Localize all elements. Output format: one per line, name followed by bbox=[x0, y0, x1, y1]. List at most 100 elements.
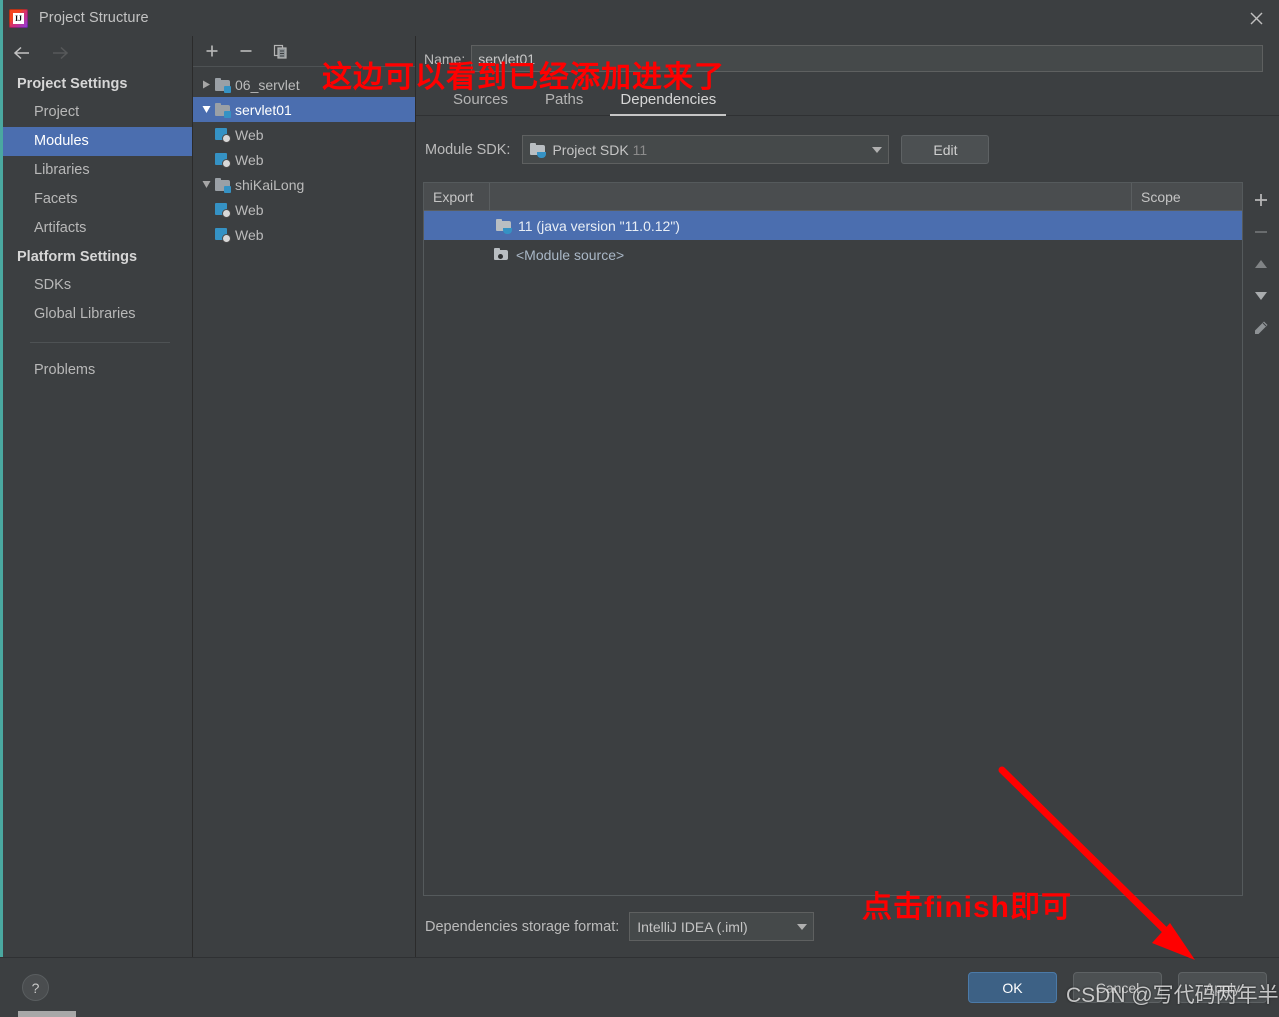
minus-icon[interactable] bbox=[233, 39, 259, 63]
ok-button[interactable]: OK bbox=[968, 972, 1057, 1003]
tree-item-label: Web bbox=[235, 226, 264, 243]
column-header-scope[interactable]: Scope bbox=[1132, 183, 1242, 210]
apply-button[interactable]: Apply bbox=[1178, 972, 1267, 1003]
module-name-input[interactable] bbox=[471, 45, 1263, 72]
close-icon[interactable] bbox=[1233, 0, 1279, 36]
web-facet-icon bbox=[215, 227, 231, 243]
settings-sidebar: Project Settings Project Modules Librari… bbox=[0, 0, 193, 957]
sdk-folder-icon bbox=[496, 218, 512, 234]
sidebar-item-global-libraries[interactable]: Global Libraries bbox=[0, 300, 192, 329]
module-icon bbox=[215, 102, 231, 118]
taskbar-sliver bbox=[18, 1011, 76, 1017]
triangle-up-icon[interactable] bbox=[1246, 249, 1276, 278]
column-header-export[interactable]: Export bbox=[424, 183, 490, 210]
module-icon bbox=[215, 77, 231, 93]
tree-item-label: Web bbox=[235, 201, 264, 218]
module-detail-panel: Name: Sources Paths Dependencies Module … bbox=[416, 36, 1279, 957]
module-sdk-value-main: Project SDK bbox=[552, 141, 629, 158]
title-bar: IJ Project Structure bbox=[0, 0, 1279, 36]
pencil-icon[interactable] bbox=[1246, 313, 1276, 342]
tab-paths[interactable]: Paths bbox=[535, 91, 593, 115]
tree-item-label: Web bbox=[235, 126, 264, 143]
dependencies-storage-row: Dependencies storage format: IntelliJ ID… bbox=[416, 896, 1279, 957]
arrow-left-icon[interactable] bbox=[12, 43, 32, 63]
sidebar-item-libraries[interactable]: Libraries bbox=[0, 156, 192, 185]
web-facet-icon bbox=[215, 152, 231, 168]
chevron-down-icon[interactable] bbox=[872, 146, 883, 153]
module-tree-toolbar bbox=[193, 36, 415, 67]
chevron-right-icon[interactable] bbox=[197, 80, 215, 89]
dependency-label: 11 (java version "11.0.12") bbox=[518, 217, 680, 234]
column-header-name bbox=[490, 183, 1132, 210]
arrow-right-icon[interactable] bbox=[50, 43, 70, 63]
tree-item-servlet01[interactable]: servlet01 bbox=[193, 97, 415, 122]
web-facet-icon bbox=[215, 202, 231, 218]
module-sdk-value: Project SDK 11 bbox=[552, 142, 866, 158]
dialog-body: Project Settings Project Modules Librari… bbox=[0, 0, 1279, 957]
storage-format-select[interactable]: IntelliJ IDEA (.iml) bbox=[629, 912, 815, 941]
module-name-row: Name: bbox=[416, 36, 1279, 72]
tree-item-06-servlet[interactable]: 06_servlet bbox=[193, 72, 415, 97]
storage-format-value: IntelliJ IDEA (.iml) bbox=[637, 918, 748, 935]
module-tabs: Sources Paths Dependencies bbox=[416, 80, 1279, 116]
module-tree: 06_servlet servlet01 Web Web shiKaiLong … bbox=[193, 67, 415, 957]
chevron-down-icon[interactable] bbox=[797, 923, 808, 930]
tree-item-label: servlet01 bbox=[235, 101, 292, 118]
sdk-folder-icon bbox=[530, 142, 547, 158]
footer-buttons: OK Cancel Apply bbox=[968, 972, 1267, 1003]
tree-item-web-facet-4[interactable]: Web bbox=[193, 222, 415, 247]
nav-history-controls bbox=[0, 36, 192, 70]
help-icon[interactable]: ? bbox=[22, 974, 49, 1001]
project-structure-dialog: IJ Project Structure Project Settings Pr… bbox=[0, 0, 1279, 1017]
web-facet-icon bbox=[215, 127, 231, 143]
module-icon bbox=[215, 177, 231, 193]
module-name-label: Name: bbox=[424, 50, 466, 67]
sidebar-item-artifacts[interactable]: Artifacts bbox=[0, 214, 192, 243]
module-sdk-row: Module SDK: Project SDK 11 Edit bbox=[416, 116, 1279, 182]
plus-icon[interactable] bbox=[199, 39, 225, 63]
dialog-footer: ? OK Cancel Apply bbox=[0, 957, 1279, 1017]
sidebar-item-sdks[interactable]: SDKs bbox=[0, 271, 192, 300]
table-row[interactable]: <Module source> bbox=[424, 240, 1242, 269]
dependencies-table-body: 11 (java version "11.0.12") <Module sour… bbox=[424, 211, 1242, 895]
sidebar-heading-project-settings: Project Settings bbox=[17, 76, 128, 92]
table-row[interactable]: 11 (java version "11.0.12") bbox=[424, 211, 1242, 240]
minus-icon[interactable] bbox=[1246, 217, 1276, 246]
dependencies-table-wrap: Export Scope 11 (java version "11.0.12") bbox=[423, 182, 1279, 896]
window-title: Project Structure bbox=[39, 10, 149, 26]
dependencies-side-toolbar bbox=[1243, 182, 1279, 896]
module-sdk-label: Module SDK: bbox=[425, 141, 511, 158]
sidebar-heading-platform-settings: Platform Settings bbox=[17, 249, 138, 265]
tree-item-label: 06_servlet bbox=[235, 76, 300, 93]
sidebar-item-facets[interactable]: Facets bbox=[0, 185, 192, 214]
tab-dependencies[interactable]: Dependencies bbox=[610, 91, 727, 116]
module-sdk-select[interactable]: Project SDK 11 bbox=[522, 135, 890, 164]
dependencies-table-header: Export Scope bbox=[424, 183, 1242, 211]
tree-item-web-facet-3[interactable]: Web bbox=[193, 197, 415, 222]
tree-item-label: Web bbox=[235, 151, 264, 168]
sidebar-item-modules[interactable]: Modules bbox=[0, 127, 192, 156]
sidebar-divider bbox=[30, 342, 170, 343]
sidebar-item-project[interactable]: Project bbox=[0, 98, 192, 127]
cancel-button[interactable]: Cancel bbox=[1073, 972, 1162, 1003]
module-sdk-value-version: 11 bbox=[632, 141, 648, 158]
module-tree-panel: 06_servlet servlet01 Web Web shiKaiLong … bbox=[193, 36, 416, 957]
tree-item-web-facet-1[interactable]: Web bbox=[193, 122, 415, 147]
intellij-idea-logo-icon: IJ bbox=[9, 8, 28, 28]
dependency-label: <Module source> bbox=[516, 246, 625, 263]
module-source-icon bbox=[494, 247, 510, 263]
chevron-down-icon[interactable] bbox=[197, 180, 215, 189]
copy-icon[interactable] bbox=[267, 39, 293, 63]
tree-item-label: shiKaiLong bbox=[235, 176, 305, 193]
edit-sdk-button[interactable]: Edit bbox=[901, 135, 990, 164]
sidebar-item-problems[interactable]: Problems bbox=[0, 356, 192, 385]
triangle-down-icon[interactable] bbox=[1246, 281, 1276, 310]
chevron-down-icon[interactable] bbox=[197, 105, 215, 114]
tab-sources[interactable]: Sources bbox=[443, 91, 518, 115]
plus-icon[interactable] bbox=[1246, 185, 1276, 214]
tree-item-shikailong[interactable]: shiKaiLong bbox=[193, 172, 415, 197]
content-area: 06_servlet servlet01 Web Web shiKaiLong … bbox=[193, 36, 1279, 957]
dependencies-table: Export Scope 11 (java version "11.0.12") bbox=[423, 182, 1243, 896]
tree-item-web-facet-2[interactable]: Web bbox=[193, 147, 415, 172]
storage-format-label: Dependencies storage format: bbox=[425, 918, 620, 935]
